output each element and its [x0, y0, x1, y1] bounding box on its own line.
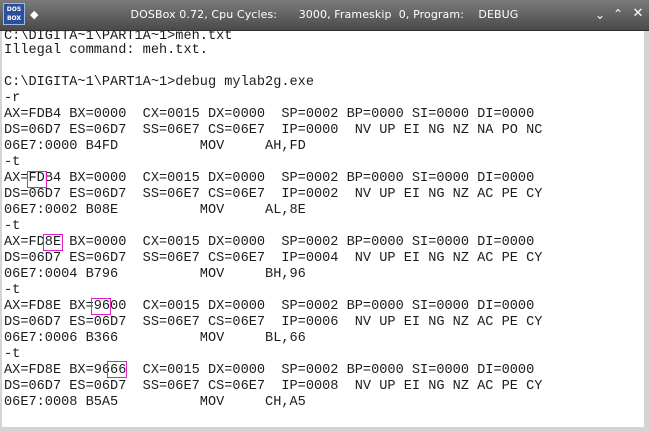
console-line: DS=06D7 ES=06D7 SS=06E7 CS=06E7 IP=0000 … [4, 123, 543, 138]
highlight-bh-96 [91, 298, 111, 315]
console-line: -t [4, 219, 21, 234]
console-line: 06E7:0008 B5A5 MOV CH,A5 [4, 395, 306, 410]
console-line: Illegal command: meh.txt. [4, 43, 208, 58]
title-bar[interactable]: DOS BOX ◆ DOSBox 0.72, Cpu Cycles: 3000,… [0, 0, 649, 31]
console-line: DS=06D7 ES=06D7 SS=06E7 CS=06E7 IP=0008 … [4, 379, 543, 394]
console-line: 06E7:0002 B08E MOV AL,8E [4, 203, 306, 218]
console-line: DS=06D7 ES=06D7 SS=06E7 CS=06E7 IP=0004 … [4, 251, 543, 266]
window-frame-bottom [0, 427, 649, 431]
console-line: -t [4, 283, 21, 298]
highlight-al-8e [43, 234, 63, 251]
dos-console[interactable]: C:\DIGITA~1\PART1A~1>meh.txt Illegal com… [2, 31, 644, 427]
console-line: AX=FDB4 BX=0000 CX=0015 DX=0000 SP=0002 … [4, 171, 535, 186]
close-icon[interactable]: ✕ [630, 6, 646, 22]
highlight-bl-66 [107, 361, 127, 378]
minimize-icon[interactable]: ⌃ [592, 6, 608, 22]
console-line: 06E7:0004 B796 MOV BH,96 [4, 267, 306, 282]
console-line: AX=FD8E BX=9666 CX=0015 DX=0000 SP=0002 … [4, 363, 535, 378]
console-line: AX=FD8E BX=0000 CX=0015 DX=0000 SP=0002 … [4, 235, 535, 250]
console-line: -t [4, 347, 21, 362]
console-line: -t [4, 155, 21, 170]
maximize-icon[interactable]: ⌃ [610, 6, 626, 22]
console-line: AX=FD8E BX=9600 CX=0015 DX=0000 SP=0002 … [4, 299, 535, 314]
dosbox-window: DOS BOX ◆ DOSBox 0.72, Cpu Cycles: 3000,… [0, 0, 649, 431]
console-line: C:\DIGITA~1\PART1A~1>debug mylab2g.exe [4, 75, 314, 90]
console-line: DS=06D7 ES=06D7 SS=06E7 CS=06E7 IP=0006 … [4, 315, 543, 330]
console-line: 06E7:0000 B4FD MOV AH,FD [4, 139, 306, 154]
console-line: 06E7:0006 B366 MOV BL,66 [4, 331, 306, 346]
highlight-ah-fd [27, 171, 47, 188]
console-line: DS=06D7 ES=06D7 SS=06E7 CS=06E7 IP=0002 … [4, 187, 543, 202]
window-title: DOSBox 0.72, Cpu Cycles: 3000, Frameskip… [130, 8, 519, 21]
window-frame-right [644, 31, 649, 431]
console-line: -r [4, 91, 21, 106]
console-line: AX=FDB4 BX=0000 CX=0015 DX=0000 SP=0002 … [4, 107, 535, 122]
